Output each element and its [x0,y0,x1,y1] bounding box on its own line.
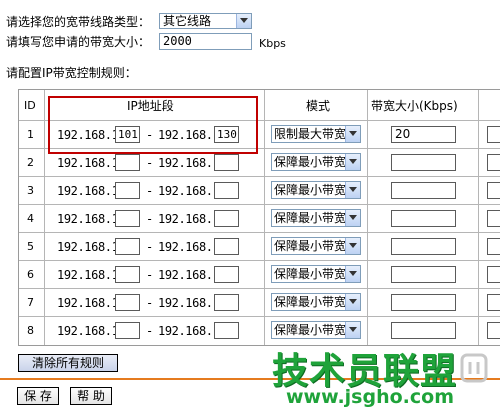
bandwidth-unit: Kbps [259,37,286,50]
bandwidth-input[interactable]: 2000 [159,33,252,50]
extra-cell-input[interactable] [487,126,500,143]
ip-start-input[interactable] [115,154,140,171]
mode-select[interactable]: 保障最小带宽 [271,181,361,199]
bandwidth-cell-input[interactable]: 20 [391,126,456,143]
chevron-down-icon[interactable] [345,238,360,254]
row-divider [19,176,500,177]
row-id: 3 [27,184,34,197]
ip-end-input[interactable] [214,266,239,283]
extra-cell-input[interactable] [487,238,500,255]
column-divider [44,90,45,345]
mode-select[interactable]: 保障最小带宽 [271,321,361,339]
row-id: 4 [27,212,34,225]
chevron-down-icon[interactable] [236,14,251,28]
ip-start-input[interactable] [115,182,140,199]
row-id: 7 [27,296,34,309]
header-id: ID [24,99,36,112]
range-separator: - [146,240,153,254]
range-separator: - [146,268,153,282]
chevron-down-icon[interactable] [345,210,360,226]
ip-end-input[interactable] [214,210,239,227]
row-id: 5 [27,240,34,253]
range-separator: - [146,212,153,226]
row-divider [19,260,500,261]
mode-value: 保障最小带宽 [274,295,347,309]
ip-start-input[interactable] [115,238,140,255]
ip-end-input[interactable] [214,154,239,171]
column-divider [264,90,265,345]
watermark-url: www.jsgho.com [286,386,454,408]
line-type-label: 请选择您的宽带线路类型： [6,15,151,29]
extra-cell-input[interactable] [487,322,500,339]
row-id: 8 [27,324,34,337]
header-bandwidth: 带宽大小(Kbps) [371,99,458,113]
bandwidth-cell-input[interactable] [391,210,456,227]
extra-cell-input[interactable] [487,266,500,283]
save-button[interactable]: 保 存 [17,387,59,405]
bandwidth-cell-input[interactable] [391,154,456,171]
mode-select[interactable]: 保障最小带宽 [271,293,361,311]
ip-start-input[interactable] [115,266,140,283]
extra-cell-input[interactable] [487,210,500,227]
ip-start-input[interactable] [115,294,140,311]
row-id: 1 [27,128,34,141]
range-separator: - [146,324,153,338]
chevron-down-icon[interactable] [345,154,360,170]
bandwidth-cell-input[interactable] [391,322,456,339]
range-separator: - [146,184,153,198]
clear-rules-button[interactable]: 清除所有规则 [18,354,118,372]
ip-end-input[interactable] [214,294,239,311]
bandwidth-label: 请填写您申请的带宽大小： [6,35,151,49]
ip-end-input[interactable] [214,238,239,255]
mode-value: 保障最小带宽 [274,211,347,225]
rules-label: 请配置IP带宽控制规则： [6,66,137,80]
column-divider [367,90,368,345]
range-separator: - [146,296,153,310]
mode-value: 保障最小带宽 [274,155,347,169]
chevron-down-icon[interactable] [345,322,360,338]
line-type-value: 其它线路 [163,14,212,28]
line-type-select[interactable]: 其它线路 [159,13,252,29]
mode-value: 保障最小带宽 [274,323,347,337]
mode-select[interactable]: 保障最小带宽 [271,153,361,171]
mode-select[interactable]: 限制最大带宽 [271,125,361,143]
ip-start-input[interactable] [115,322,140,339]
chevron-down-icon[interactable] [345,126,360,142]
range-separator: - [146,156,153,170]
header-mode: 模式 [306,99,331,113]
watermark-logo-icon [460,353,488,383]
help-button[interactable]: 帮 助 [70,387,112,405]
mode-value: 限制最大带宽 [274,127,347,141]
highlight-box [48,96,258,154]
bandwidth-cell-input[interactable] [391,266,456,283]
mode-select[interactable]: 保障最小带宽 [271,209,361,227]
mode-value: 保障最小带宽 [274,239,347,253]
ip-start-input[interactable] [115,210,140,227]
row-divider [19,316,500,317]
chevron-down-icon[interactable] [345,294,360,310]
extra-cell-input[interactable] [487,154,500,171]
row-divider [19,232,500,233]
mode-select[interactable]: 保障最小带宽 [271,265,361,283]
extra-cell-input[interactable] [487,182,500,199]
ip-end-input[interactable] [214,322,239,339]
mode-value: 保障最小带宽 [274,183,347,197]
row-id: 6 [27,268,34,281]
bandwidth-cell-input[interactable] [391,238,456,255]
extra-cell-input[interactable] [487,294,500,311]
mode-value: 保障最小带宽 [274,267,347,281]
mode-select[interactable]: 保障最小带宽 [271,237,361,255]
column-divider [478,90,479,345]
ip-end-input[interactable] [214,182,239,199]
chevron-down-icon[interactable] [345,266,360,282]
bandwidth-cell-input[interactable] [391,294,456,311]
row-divider [19,288,500,289]
row-id: 2 [27,156,34,169]
chevron-down-icon[interactable] [345,182,360,198]
row-divider [19,204,500,205]
bandwidth-cell-input[interactable] [391,182,456,199]
